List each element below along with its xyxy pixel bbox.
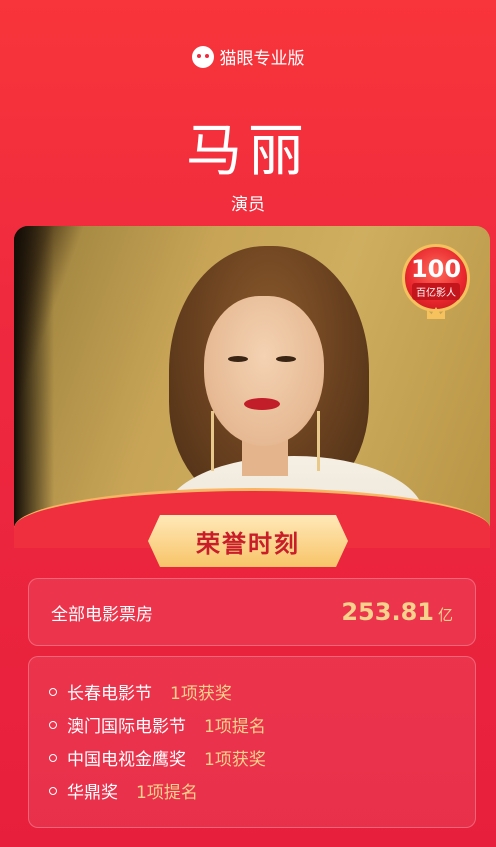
honor-banner: 荣誉时刻	[148, 515, 348, 567]
badge-label: 百亿影人	[412, 282, 460, 300]
portrait-face	[204, 296, 324, 446]
portrait-eye-left	[228, 356, 248, 362]
person-name: 马丽	[186, 119, 310, 184]
hundred-billion-badge: 100 百亿影人	[402, 244, 470, 319]
award-name: 长春电影节	[67, 684, 152, 704]
award-name: 澳门国际电影节	[67, 717, 186, 737]
box-office-label: 全部电影票房	[51, 604, 153, 625]
photo-shadow	[14, 226, 54, 526]
award-result: 1项获奖	[170, 684, 232, 704]
portrait-lips	[244, 398, 280, 410]
award-result: 1项获奖	[204, 750, 266, 770]
award-result: 1项提名	[136, 783, 198, 803]
person-role: 演员	[231, 195, 265, 215]
award-name: 中国电视金鹰奖	[67, 750, 186, 770]
badge-number: 100	[410, 254, 462, 283]
cat-eye-icon	[191, 45, 214, 68]
portrait-eye-right	[276, 356, 296, 362]
brand-header: 猫眼专业版	[0, 44, 496, 69]
award-item[interactable]: 澳门国际电影节 1项提名	[49, 708, 455, 741]
bullet-icon	[49, 753, 57, 762]
crown-icon	[427, 307, 445, 319]
bullet-icon	[49, 687, 57, 696]
award-result: 1项提名	[204, 717, 266, 737]
award-item[interactable]: 中国电视金鹰奖 1项获奖	[49, 741, 455, 774]
award-name: 华鼎奖	[67, 783, 118, 803]
box-office-card[interactable]: 全部电影票房 253.81 亿	[28, 578, 476, 646]
box-office-number: 253.81	[341, 598, 434, 626]
box-office-value: 253.81 亿	[341, 598, 453, 626]
earring-left	[211, 411, 214, 471]
awards-card: 长春电影节 1项获奖 澳门国际电影节 1项提名 中国电视金鹰奖 1项获奖 华鼎奖…	[28, 656, 476, 828]
honor-title: 荣誉时刻	[196, 529, 300, 558]
bullet-icon	[49, 786, 57, 795]
brand-name: 猫眼专业版	[219, 49, 305, 69]
award-item[interactable]: 长春电影节 1项获奖	[49, 675, 455, 708]
box-office-unit: 亿	[437, 606, 453, 624]
award-item[interactable]: 华鼎奖 1项提名	[49, 774, 455, 807]
earring-right	[317, 411, 320, 471]
bullet-icon	[49, 720, 57, 729]
